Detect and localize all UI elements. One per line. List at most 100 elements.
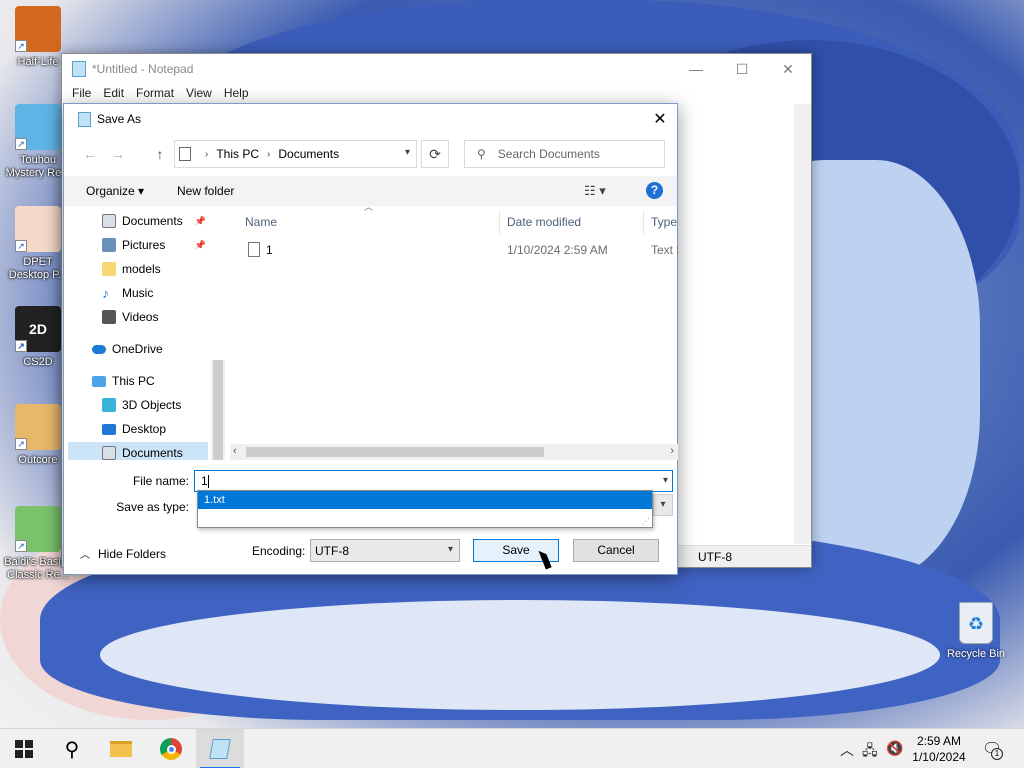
half-life-icon: ↗ [15, 6, 61, 52]
dpet-icon: ↗ [15, 206, 61, 252]
network-icon[interactable]: 🖧 [862, 740, 878, 764]
cs2d-icon: 2D ↗ [15, 306, 61, 352]
breadcrumb-this-pc[interactable]: This PC [216, 147, 259, 161]
menu-file[interactable]: File [66, 84, 97, 104]
notepad-app-icon [72, 61, 86, 77]
file-name-input[interactable]: 1 ▾ [194, 470, 673, 492]
clock-time: 2:59 AM [916, 734, 962, 748]
volume-muted-icon[interactable]: 🔇 [886, 740, 903, 757]
onedrive-icon [92, 344, 106, 354]
status-encoding: UTF-8 [698, 550, 732, 564]
back-arrow-icon[interactable]: ← [80, 144, 100, 164]
taskbar: ⚲ ︿ 🖧 🔇 2:59 AM 1/10/2024 🗨 1 [0, 728, 1024, 768]
menu-format[interactable]: Format [130, 84, 180, 104]
file-name-value: 1 [201, 474, 208, 488]
up-arrow-icon[interactable]: ↑ [150, 144, 170, 164]
column-header-type[interactable]: Type [644, 210, 678, 234]
chrome-button[interactable] [147, 729, 195, 768]
nav-item-documents[interactable]: Documents 📌 [68, 210, 208, 232]
save-as-type-label: Save as type: [116, 500, 189, 514]
autocomplete-option[interactable]: 1.txt [198, 491, 652, 509]
chevron-up-icon[interactable]: ︿ [840, 740, 854, 760]
nav-item-onedrive[interactable]: OneDrive [68, 338, 208, 360]
notepad-app-icon [209, 739, 231, 759]
documents-icon [102, 214, 116, 228]
notepad-vertical-scrollbar[interactable] [794, 104, 811, 544]
view-options-icon[interactable]: ☷ ▾ [584, 183, 606, 199]
chrome-icon [160, 738, 182, 760]
save-as-type-dropdown[interactable]: ▾ [653, 494, 673, 516]
nav-item-music[interactable]: ♪ Music [68, 282, 208, 304]
nav-item-videos[interactable]: Videos [68, 306, 208, 328]
clock-date: 1/10/2024 [912, 750, 966, 764]
music-icon: ♪ [102, 285, 109, 301]
scrollbar-thumb[interactable] [246, 447, 544, 457]
nav-item-this-pc[interactable]: This PC [68, 370, 208, 392]
save-as-dialog: Save As ✕ ← → ↑ › This PC › Documents ▾ … [63, 103, 678, 575]
pin-icon: 📌 [194, 239, 206, 250]
help-icon[interactable]: ? [646, 182, 663, 199]
cancel-button[interactable]: Cancel [573, 539, 659, 562]
search-icon: ⚲ [477, 147, 486, 161]
start-button[interactable] [0, 729, 48, 768]
chevron-right-icon: › [205, 148, 209, 160]
nav-item-desktop[interactable]: Desktop [68, 418, 208, 440]
chevron-right-icon[interactable]: › [670, 445, 674, 457]
nav-item-models[interactable]: models [68, 258, 208, 280]
search-input[interactable]: ⚲ Search Documents [464, 140, 665, 168]
baldi-icon: ↗ [15, 506, 61, 552]
file-explorer-button[interactable] [97, 729, 145, 768]
chevron-down-icon[interactable]: ▾ [663, 475, 668, 486]
pin-icon: 📌 [194, 215, 206, 226]
navigation-pane-scrollbar[interactable]: ▾ [211, 360, 225, 460]
chevron-down-icon[interactable]: ▾ [405, 147, 410, 158]
encoding-label: Encoding: [252, 544, 306, 558]
menu-edit[interactable]: Edit [97, 84, 130, 104]
nav-item-documents-selected[interactable]: Documents [68, 442, 208, 460]
nav-item-3d-objects[interactable]: 3D Objects [68, 394, 208, 416]
chevron-down-icon: ▾ [447, 544, 453, 555]
wallpaper-shape [100, 600, 940, 710]
folder-icon [102, 262, 116, 276]
notification-count: 1 [991, 748, 1003, 760]
table-row[interactable]: 1 1/10/2024 2:59 AM Text Document [230, 238, 678, 260]
close-button[interactable]: ✕ [765, 54, 811, 84]
column-header-date-modified[interactable]: Date modified [500, 210, 644, 234]
scrollbar-thumb[interactable] [213, 360, 223, 460]
hide-folders-button[interactable]: ︿ Hide Folders [80, 546, 166, 562]
maximize-button[interactable]: ☐ [719, 54, 765, 84]
this-pc-icon [179, 147, 191, 161]
dialog-close-button[interactable]: ✕ [643, 104, 677, 134]
navigation-bar: ← → ↑ › This PC › Documents ▾ ⟳ ⚲ Search… [64, 138, 677, 170]
forward-arrow-icon[interactable]: → [108, 144, 128, 164]
new-folder-button[interactable]: New folder [177, 184, 234, 198]
resize-grip-icon[interactable]: ⋰ [642, 517, 650, 526]
desktop-icon-recycle-bin[interactable]: ♻ Recycle Bin [944, 602, 1008, 660]
clock[interactable]: 2:59 AM 1/10/2024 [906, 733, 972, 765]
menu-help[interactable]: Help [218, 84, 255, 104]
encoding-select[interactable]: UTF-8 ▾ [310, 539, 460, 562]
notepad-taskbar-button[interactable] [196, 729, 244, 768]
file-explorer-icon [110, 741, 132, 757]
organize-button[interactable]: Organize ▾ [86, 184, 144, 198]
dialog-titlebar[interactable]: Save As [64, 104, 677, 134]
refresh-button[interactable]: ⟳ [421, 140, 449, 168]
address-bar[interactable]: › This PC › Documents ▾ [174, 140, 417, 168]
recycle-bin-icon: ♻ [959, 602, 993, 644]
menu-view[interactable]: View [180, 84, 218, 104]
navigation-pane: Documents 📌 Pictures 📌 models ♪ Music Vi… [68, 210, 225, 460]
file-name-label: File name: [132, 474, 189, 488]
search-button[interactable]: ⚲ [48, 729, 96, 768]
notepad-title: *Untitled - Notepad [92, 62, 194, 76]
minimize-button[interactable]: — [673, 54, 719, 84]
notification-center-button[interactable]: 🗨 1 [982, 739, 1003, 760]
file-list-horizontal-scrollbar[interactable]: ‹ › [230, 444, 678, 460]
outcore-icon: ↗ [15, 404, 61, 450]
touhou-icon: ↗ [15, 104, 61, 150]
chevron-left-icon[interactable]: ‹ [233, 445, 237, 457]
breadcrumb-documents[interactable]: Documents [278, 147, 339, 161]
search-placeholder: Search Documents [497, 147, 600, 161]
pictures-icon [102, 238, 116, 252]
column-header-name[interactable]: Name [230, 210, 500, 234]
nav-item-pictures[interactable]: Pictures 📌 [68, 234, 208, 256]
